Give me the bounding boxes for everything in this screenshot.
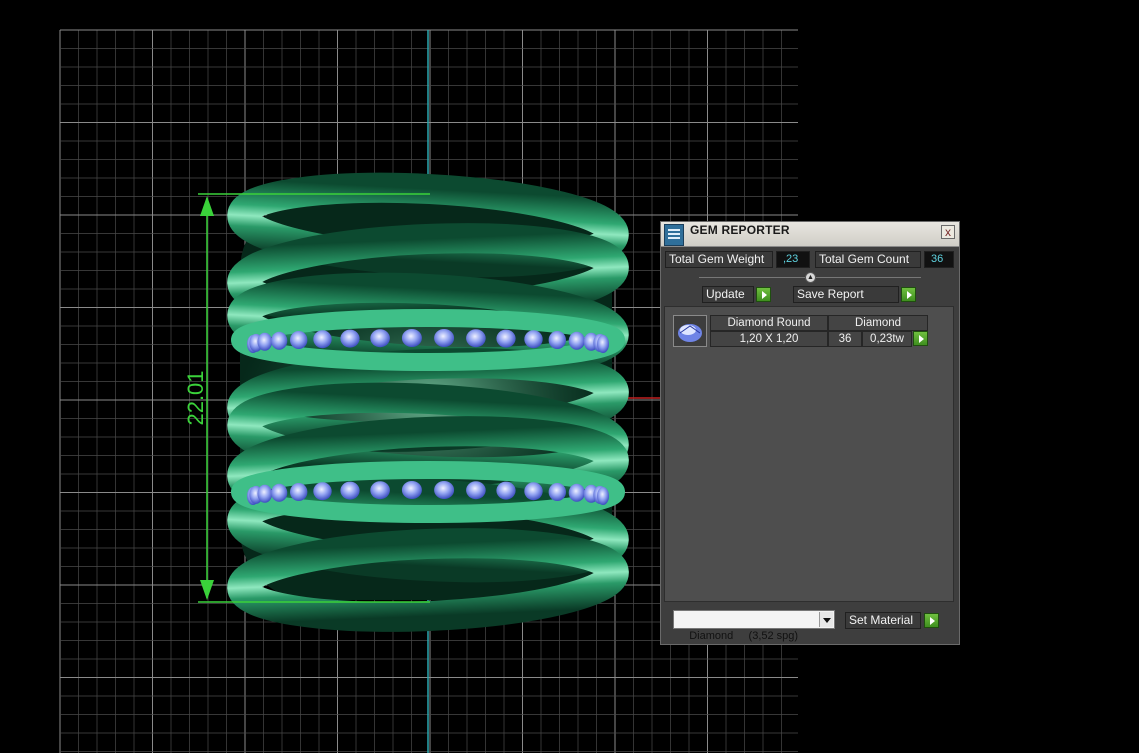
gem-stone [257, 484, 273, 503]
gem-stone [370, 329, 390, 348]
gem-stone [548, 483, 566, 501]
3d-viewport[interactable]: 22.01 [0, 0, 1139, 753]
total-weight-label: Total Gem Weight [665, 251, 773, 268]
dimension-arrow-top [200, 196, 214, 216]
gem-stone [434, 329, 455, 347]
gem-stone [496, 329, 516, 348]
ring-model[interactable] [227, 172, 629, 632]
gem-stone [597, 487, 609, 505]
gem-stone [370, 481, 390, 500]
set-material-go-icon[interactable] [924, 613, 939, 628]
total-count-label: Total Gem Count [815, 251, 921, 268]
gem-stone [271, 331, 288, 350]
gem-size-cell: 1,20 X 1,20 [710, 331, 828, 347]
gem-stone [290, 483, 308, 501]
gem-stone [401, 481, 422, 499]
gem-stone [271, 483, 288, 502]
dropdown-arrow-icon[interactable] [819, 612, 833, 627]
gem-row-go-icon[interactable] [913, 331, 928, 346]
gem-stone [524, 330, 543, 349]
panel-titlebar[interactable]: GEM REPORTER x [661, 222, 959, 247]
update-button[interactable]: Update [702, 286, 754, 303]
gem-weight-cell: 0,23tw [862, 331, 912, 347]
round-gem-icon [673, 315, 707, 347]
gem-count-cell: 36 [828, 331, 862, 347]
gem-stone [568, 483, 585, 502]
gem-stone [313, 482, 332, 501]
gem-reporter-panel: GEM REPORTER x Total Gem Weight ,23 Tota… [660, 221, 960, 645]
gem-stone [257, 332, 273, 351]
dimension-arrow-bottom [200, 580, 214, 600]
gem-stone [597, 335, 609, 353]
total-count-value: 36 [924, 251, 954, 268]
gem-stone [401, 329, 422, 347]
total-weight-value: ,23 [776, 251, 810, 268]
gem-stone [340, 329, 360, 348]
material-select[interactable]: Diamond (3,52 spg) [673, 610, 835, 642]
gem-stone [340, 481, 360, 500]
gem-reporter-icon [664, 224, 684, 246]
save-report-button[interactable]: Save Report [793, 286, 899, 303]
collapse-toggle-icon[interactable]: ▲ [805, 272, 816, 283]
gem-stone [434, 481, 455, 499]
set-material-button[interactable]: Set Material [845, 612, 921, 629]
close-button[interactable]: x [941, 225, 955, 239]
gem-stone [548, 331, 566, 349]
gem-stone [568, 331, 585, 350]
gem-stone [496, 481, 516, 500]
gem-stone [466, 329, 486, 348]
dimension-label: 22.01 [183, 370, 208, 425]
gem-stone [290, 331, 308, 349]
save-report-go-icon[interactable] [901, 287, 916, 302]
gem-material-cell: Diamond [828, 315, 928, 331]
update-go-icon[interactable] [756, 287, 771, 302]
gem-stone [313, 330, 332, 349]
gem-stone [524, 482, 543, 501]
gem-shape-cell: Diamond Round [710, 315, 828, 331]
gem-list[interactable]: Diamond Round Diamond 1,20 X 1,20 36 0,2… [664, 306, 954, 602]
material-select-value: Diamond (3,52 spg) [689, 630, 799, 642]
gem-stone [466, 481, 486, 500]
panel-title: GEM REPORTER [690, 223, 790, 237]
